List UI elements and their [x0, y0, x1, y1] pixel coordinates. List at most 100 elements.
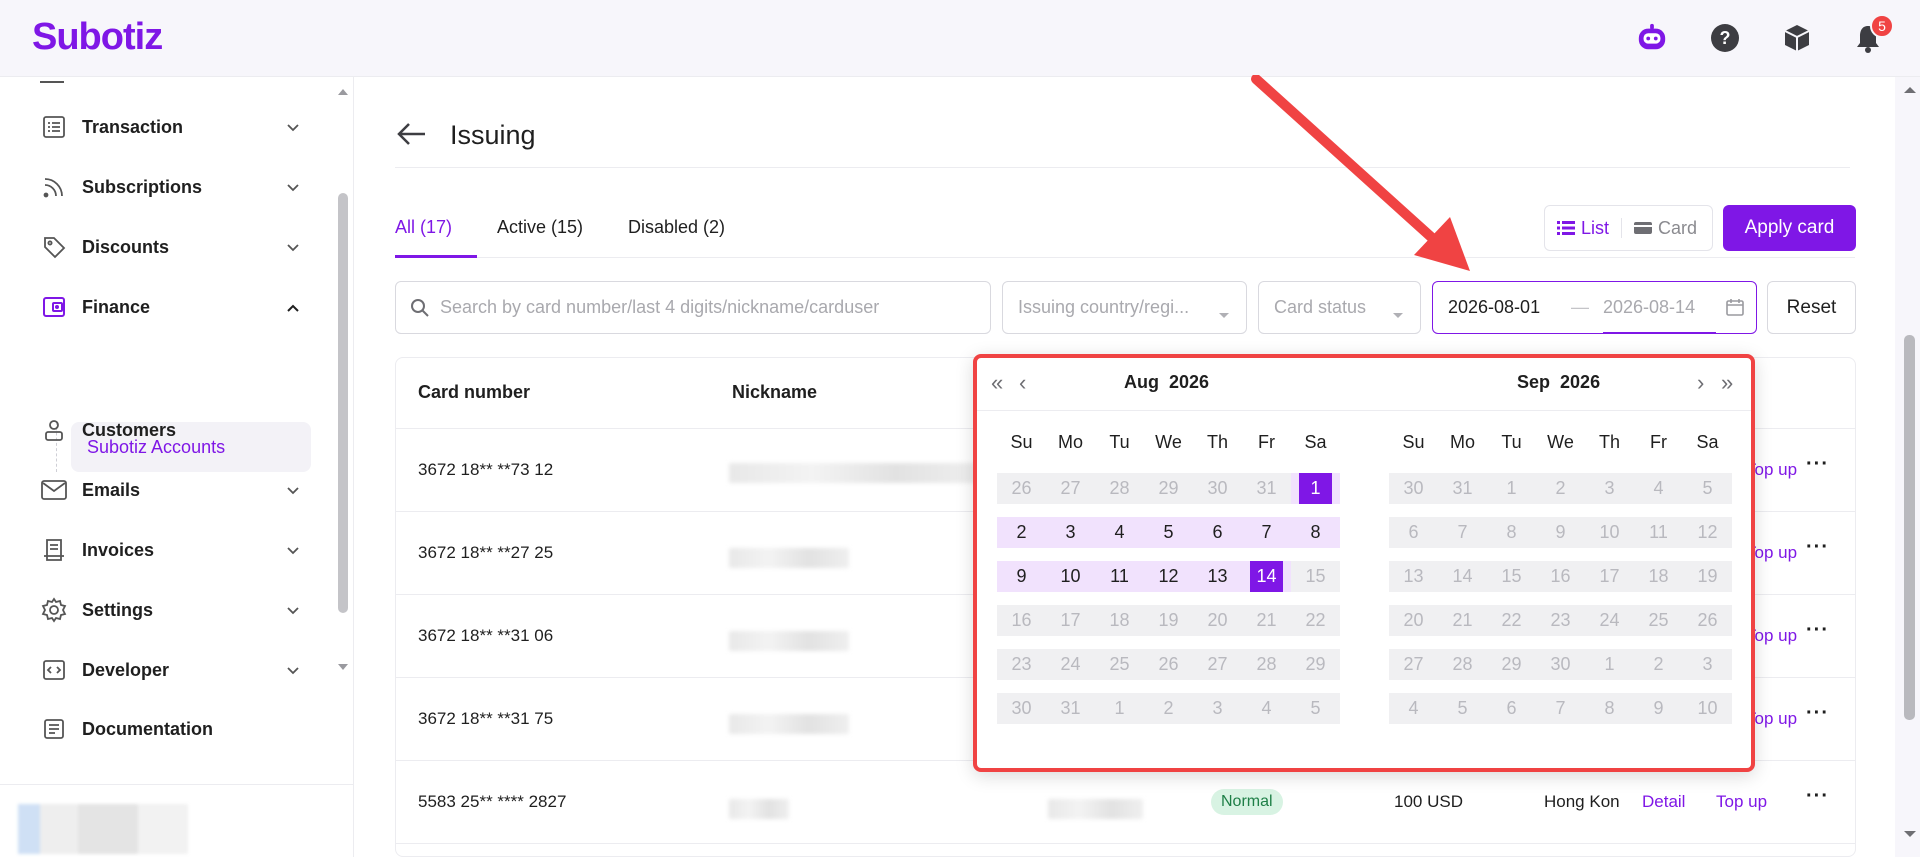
left-year[interactable]: 2026: [1169, 372, 1209, 392]
calendar-day[interactable]: 30: [1389, 473, 1438, 504]
calendar-day[interactable]: 30: [1193, 473, 1242, 504]
calendar-day[interactable]: 22: [1487, 605, 1536, 636]
calendar-day[interactable]: 3: [1683, 649, 1732, 680]
calendar-day[interactable]: 8: [1585, 693, 1634, 724]
calendar-day[interactable]: 6: [1487, 693, 1536, 724]
calendar-day[interactable]: 11: [1095, 561, 1144, 592]
calendar-day[interactable]: 28: [1438, 649, 1487, 680]
tab-active[interactable]: Active (15): [497, 217, 583, 238]
calendar-day[interactable]: 23: [997, 649, 1046, 680]
calendar-day[interactable]: 20: [1193, 605, 1242, 636]
calendar-day[interactable]: 4: [1389, 693, 1438, 724]
sidebar-item-customers[interactable]: Customers: [40, 410, 300, 450]
sidebar-item-finance[interactable]: Finance: [40, 287, 300, 327]
card-status-select[interactable]: Card status: [1258, 281, 1421, 334]
date-start-field[interactable]: 2026-08-01: [1448, 297, 1540, 318]
sidebar-item-documentation[interactable]: Documentation: [40, 709, 300, 749]
left-month-name[interactable]: Aug: [1124, 372, 1159, 392]
calendar-day[interactable]: 17: [1585, 561, 1634, 592]
calendar-day[interactable]: 9: [1634, 693, 1683, 724]
calendar-day[interactable]: 19: [1683, 561, 1732, 592]
calendar-day[interactable]: 2: [1536, 473, 1585, 504]
sidebar-item-invoices[interactable]: Invoices: [40, 530, 300, 570]
calendar-day[interactable]: 6: [1389, 517, 1438, 548]
more-actions-icon[interactable]: ···: [1806, 453, 1829, 476]
calendar-day[interactable]: 13: [1193, 561, 1242, 592]
calendar-day[interactable]: 21: [1438, 605, 1487, 636]
calendar-day[interactable]: 2: [1144, 693, 1193, 724]
calendar-day[interactable]: 5: [1438, 693, 1487, 724]
calendar-day[interactable]: 4: [1634, 473, 1683, 504]
calendar-day[interactable]: 5: [1144, 517, 1193, 548]
apply-card-button[interactable]: Apply card: [1723, 205, 1856, 251]
date-range-input[interactable]: 2026-08-01 — 2026-08-14: [1432, 281, 1757, 334]
calendar-day[interactable]: 14: [1242, 561, 1291, 592]
calendar-day[interactable]: 7: [1242, 517, 1291, 548]
calendar-day[interactable]: 3: [1193, 693, 1242, 724]
issuing-country-select[interactable]: Issuing country/regi...: [1002, 281, 1247, 334]
calendar-day[interactable]: 27: [1046, 473, 1095, 504]
date-end-field[interactable]: 2026-08-14: [1603, 297, 1695, 318]
calendar-day[interactable]: 1: [1487, 473, 1536, 504]
calendar-day[interactable]: 19: [1144, 605, 1193, 636]
calendar-day[interactable]: 31: [1046, 693, 1095, 724]
calendar-day[interactable]: 4: [1095, 517, 1144, 548]
calendar-day[interactable]: 11: [1634, 517, 1683, 548]
more-actions-icon[interactable]: ···: [1806, 619, 1829, 642]
calendar-day[interactable]: 27: [1389, 649, 1438, 680]
tab-disabled[interactable]: Disabled (2): [628, 217, 725, 238]
calendar-day[interactable]: 30: [1536, 649, 1585, 680]
calendar-day[interactable]: 28: [1242, 649, 1291, 680]
calendar-day[interactable]: 15: [1291, 561, 1340, 592]
calendar-day[interactable]: 29: [1144, 473, 1193, 504]
calendar-day[interactable]: 31: [1438, 473, 1487, 504]
top-up-link[interactable]: Top up: [1716, 792, 1767, 812]
back-arrow-icon[interactable]: [395, 120, 427, 153]
calendar-day[interactable]: 29: [1291, 649, 1340, 680]
calendar-day[interactable]: 25: [1634, 605, 1683, 636]
calendar-day[interactable]: 5: [1683, 473, 1732, 504]
page-scroll-thumb[interactable]: [1904, 335, 1915, 720]
right-year[interactable]: 2026: [1560, 372, 1600, 392]
calendar-day[interactable]: 25: [1095, 649, 1144, 680]
calendar-day[interactable]: 10: [1046, 561, 1095, 592]
list-view-button[interactable]: List: [1545, 218, 1621, 239]
calendar-day[interactable]: 6: [1193, 517, 1242, 548]
calendar-day[interactable]: 26: [1683, 605, 1732, 636]
card-view-button[interactable]: Card: [1622, 218, 1709, 239]
calendar-day[interactable]: 1: [1585, 649, 1634, 680]
calendar-day[interactable]: 8: [1291, 517, 1340, 548]
calendar-day[interactable]: 23: [1536, 605, 1585, 636]
calendar-day[interactable]: 1: [1291, 473, 1340, 504]
sidebar-item-subscriptions[interactable]: Subscriptions: [40, 167, 300, 207]
selected-day[interactable]: 14: [1250, 561, 1283, 592]
detail-link[interactable]: Detail: [1642, 792, 1685, 812]
calendar-day[interactable]: 12: [1144, 561, 1193, 592]
search-input[interactable]: Search by card number/last 4 digits/nick…: [395, 281, 991, 334]
sidebar-scroll-thumb[interactable]: [338, 193, 348, 613]
calendar-day[interactable]: 2: [1634, 649, 1683, 680]
calendar-day[interactable]: 4: [1242, 693, 1291, 724]
prev-month-icon[interactable]: ‹: [1019, 370, 1026, 396]
calendar-day[interactable]: 12: [1683, 517, 1732, 548]
calendar-day[interactable]: 20: [1389, 605, 1438, 636]
app-logo[interactable]: Subotiz: [32, 16, 163, 59]
help-icon[interactable]: ?: [1709, 22, 1741, 54]
calendar-day[interactable]: 18: [1095, 605, 1144, 636]
calendar-day[interactable]: 22: [1291, 605, 1340, 636]
calendar-day[interactable]: 17: [1046, 605, 1095, 636]
calendar-day[interactable]: 27: [1193, 649, 1242, 680]
right-month-name[interactable]: Sep: [1517, 372, 1550, 392]
calendar-day[interactable]: 8: [1487, 517, 1536, 548]
calendar-day[interactable]: 15: [1487, 561, 1536, 592]
calendar-day[interactable]: 1: [1095, 693, 1144, 724]
selected-day[interactable]: 1: [1299, 473, 1332, 504]
calendar-day[interactable]: 10: [1683, 693, 1732, 724]
calendar-day[interactable]: 3: [1585, 473, 1634, 504]
calendar-day[interactable]: 29: [1487, 649, 1536, 680]
tab-all[interactable]: All (17): [395, 217, 452, 238]
next-month-icon[interactable]: ›: [1697, 370, 1704, 396]
calendar-day[interactable]: 21: [1242, 605, 1291, 636]
sidebar-item-emails[interactable]: Emails: [40, 470, 300, 510]
prev-year-icon[interactable]: «: [991, 370, 1003, 396]
